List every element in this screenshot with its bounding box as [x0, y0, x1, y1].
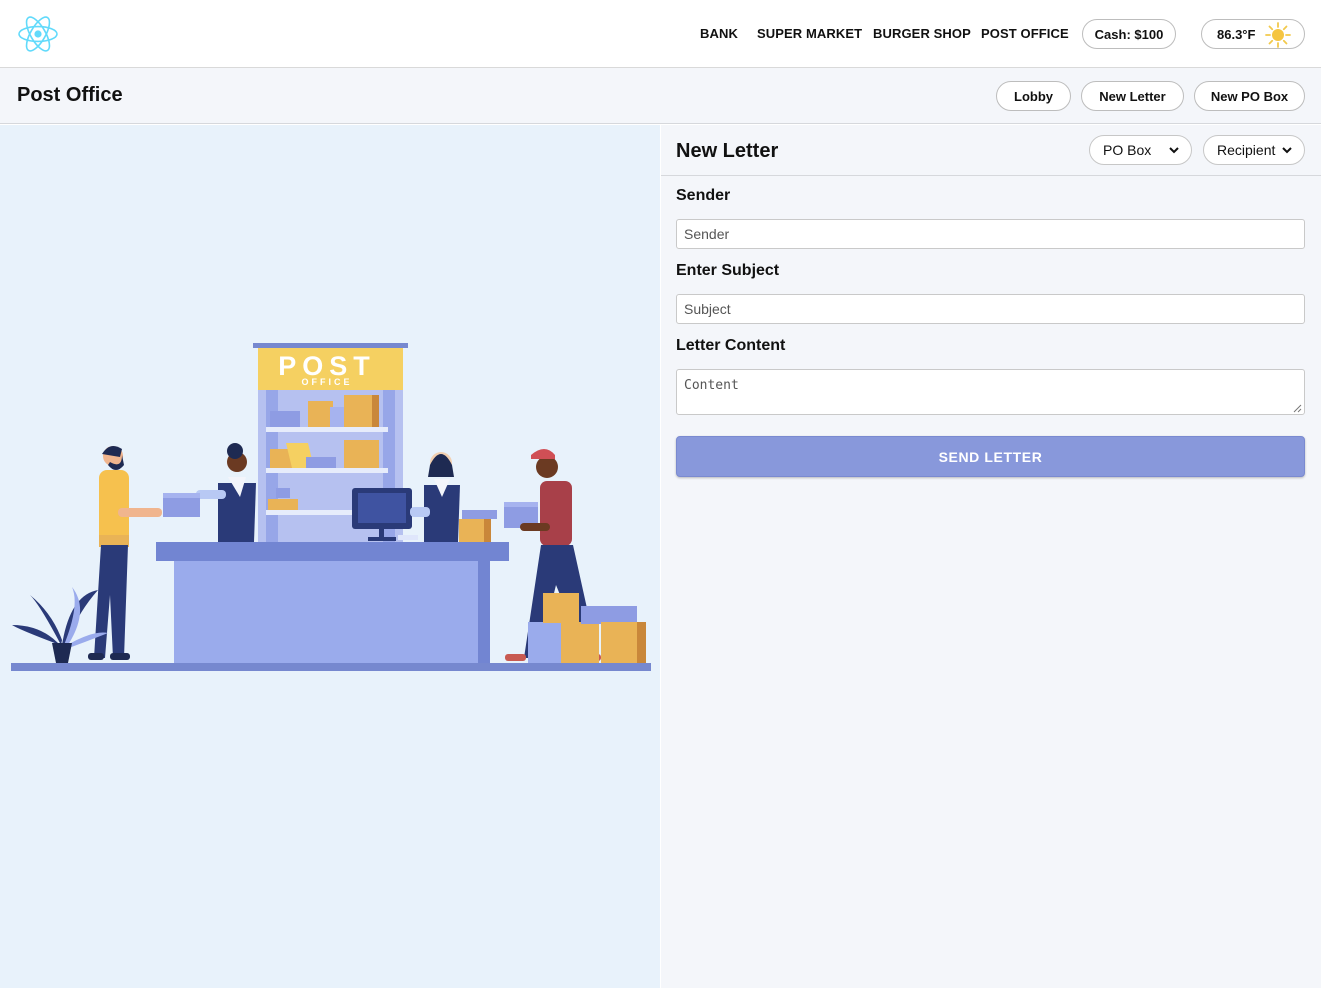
- cash-label: Cash: $100: [1094, 26, 1164, 42]
- lobby-button[interactable]: Lobby: [996, 81, 1071, 111]
- recipient-select[interactable]: Recipient: [1203, 135, 1305, 165]
- po-box-select-value: PO Box: [1103, 142, 1152, 158]
- weather-badge: 86.3°F: [1201, 19, 1305, 49]
- top-nav: BANK SUPER MARKET BURGER SHOP POST OFFIC…: [0, 0, 1321, 68]
- chevron-down-icon: [1282, 147, 1292, 154]
- po-box-select[interactable]: PO Box: [1089, 135, 1192, 165]
- subject-input[interactable]: [676, 294, 1305, 324]
- react-logo-icon[interactable]: [17, 14, 59, 54]
- new-po-box-button[interactable]: New PO Box: [1194, 81, 1305, 111]
- form-header: New Letter PO Box Recipient: [661, 125, 1321, 176]
- nav-link-burger-shop[interactable]: BURGER SHOP: [873, 26, 971, 41]
- content-label: Letter Content: [676, 337, 786, 354]
- page-header: Post Office Lobby New Letter New PO Box: [0, 68, 1321, 124]
- post-office-illustration: POST OFFICE: [11, 343, 651, 671]
- nav-link-post-office[interactable]: POST OFFICE: [981, 26, 1069, 41]
- sender-label: Sender: [676, 187, 731, 204]
- content-textarea[interactable]: [676, 369, 1305, 415]
- sender-input[interactable]: [676, 219, 1305, 249]
- resize-grip-icon[interactable]: [1293, 404, 1302, 413]
- recipient-select-value: Recipient: [1217, 142, 1276, 158]
- new-letter-button[interactable]: New Letter: [1081, 81, 1184, 111]
- temperature-label: 86.3°F: [1217, 26, 1256, 42]
- nav-link-super-market[interactable]: SUPER MARKET: [757, 26, 862, 41]
- sign-office-text: OFFICE: [302, 377, 353, 387]
- post-office-illustration-panel: POST OFFICE: [0, 125, 660, 988]
- send-letter-button[interactable]: SEND LETTER: [676, 436, 1305, 477]
- chevron-down-icon: [1169, 147, 1179, 154]
- new-letter-form-panel: New Letter PO Box Recipient Sender Enter…: [661, 125, 1321, 988]
- form-title: New Letter: [676, 140, 779, 162]
- page-title: Post Office: [17, 84, 123, 106]
- subject-label: Enter Subject: [676, 262, 780, 279]
- sun-icon: [1265, 22, 1291, 48]
- cash-badge: Cash: $100: [1082, 19, 1176, 49]
- nav-link-bank[interactable]: BANK: [700, 26, 738, 41]
